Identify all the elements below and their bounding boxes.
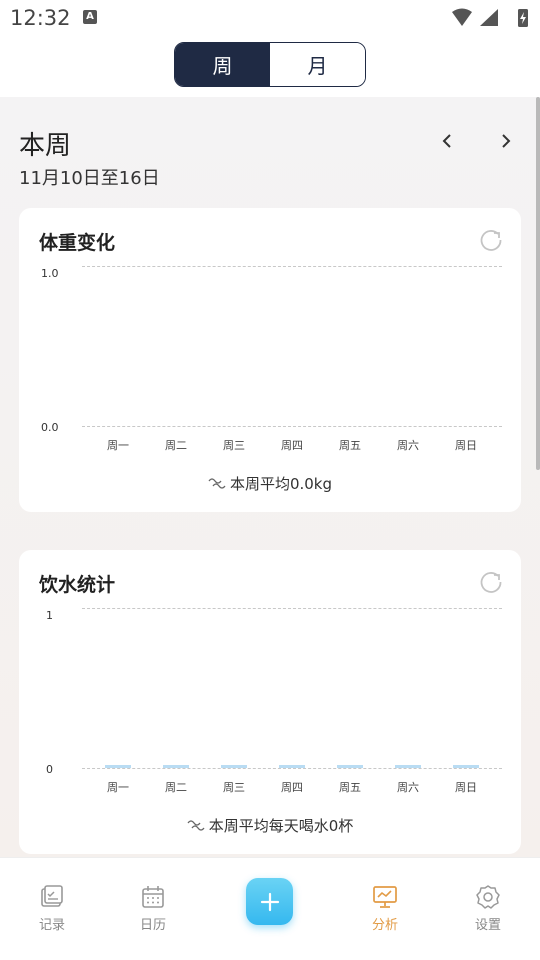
x-tick-label: 周一 bbox=[107, 781, 129, 794]
x-tick-label: 周日 bbox=[455, 439, 477, 452]
trend-wave-icon bbox=[208, 478, 226, 489]
wifi-icon bbox=[452, 8, 472, 26]
x-tick-label: 周四 bbox=[281, 439, 303, 452]
water-bar bbox=[337, 765, 363, 768]
weight-card: 体重变化 1.0 0.0 周一 周二 周三 周四 周五 周六 周日 本周平均0.… bbox=[19, 208, 521, 512]
water-bar bbox=[221, 765, 247, 768]
refresh-icon[interactable] bbox=[479, 228, 503, 252]
signal-icon bbox=[480, 9, 498, 26]
x-tick-label: 周一 bbox=[107, 439, 129, 452]
tab-settings-label: 设置 bbox=[474, 918, 501, 933]
bottom-tab-bar: 记录 日历 分析 设置 bbox=[0, 857, 540, 960]
status-bar: 12:32 A bbox=[0, 0, 540, 36]
water-bar bbox=[453, 765, 479, 768]
tab-record[interactable]: 记录 bbox=[22, 884, 82, 933]
main-content[interactable]: 本周 11月10日至16日 体重变化 1.0 0.0 周一 周二 周三 周四 周… bbox=[0, 97, 540, 857]
weight-summary: 本周平均0.0kg bbox=[19, 473, 521, 494]
water-card-title: 饮水统计 bbox=[39, 574, 116, 596]
x-tick-label: 周五 bbox=[339, 439, 361, 452]
x-tick-label: 周五 bbox=[339, 781, 361, 794]
x-tick-label: 周六 bbox=[397, 439, 419, 452]
water-bar bbox=[279, 765, 305, 768]
plus-icon bbox=[260, 892, 279, 911]
tab-week[interactable]: 周 bbox=[175, 43, 270, 86]
add-record-button[interactable] bbox=[246, 878, 293, 925]
chevron-left-icon[interactable] bbox=[436, 129, 460, 153]
status-time: 12:32 bbox=[10, 6, 71, 30]
water-summary: 本周平均每天喝水0杯 bbox=[19, 815, 521, 836]
tab-record-label: 记录 bbox=[38, 918, 65, 933]
grid-line bbox=[82, 266, 502, 267]
scrollbar[interactable] bbox=[536, 97, 540, 470]
x-tick-label: 周二 bbox=[165, 781, 187, 794]
top-bar: 周 月 bbox=[0, 36, 540, 97]
x-tick-label: 周三 bbox=[223, 439, 245, 452]
grid-line bbox=[82, 608, 502, 609]
tab-calendar[interactable]: 日历 bbox=[123, 884, 183, 933]
weight-card-title: 体重变化 bbox=[39, 232, 116, 254]
grid-line bbox=[82, 768, 502, 769]
page-title: 本周 bbox=[19, 131, 72, 161]
x-tick-label: 周二 bbox=[165, 439, 187, 452]
x-tick-label: 周六 bbox=[397, 781, 419, 794]
calendar-icon bbox=[142, 886, 164, 908]
weight-summary-text: 本周平均0.0kg bbox=[229, 475, 333, 493]
y-tick-label: 1.0 bbox=[41, 267, 59, 280]
x-tick-label: 周四 bbox=[281, 781, 303, 794]
date-range: 11月10日至16日 bbox=[19, 168, 160, 189]
water-bar bbox=[163, 765, 189, 768]
y-tick-label: 0 bbox=[46, 763, 53, 776]
tab-calendar-label: 日历 bbox=[139, 918, 166, 933]
settings-icon bbox=[476, 885, 500, 909]
y-tick-label: 0.0 bbox=[41, 421, 59, 434]
tab-settings[interactable]: 设置 bbox=[458, 884, 518, 933]
x-tick-label: 周日 bbox=[455, 781, 477, 794]
water-bar bbox=[105, 765, 131, 768]
tab-analysis[interactable]: 分析 bbox=[355, 884, 415, 933]
x-tick-label: 周三 bbox=[223, 781, 245, 794]
status-icons bbox=[452, 8, 528, 27]
water-card: 饮水统计 1 0 周一 周二 周三 周四 周五 周六 周日 本周平均每天喝水0杯 bbox=[19, 550, 521, 854]
record-icon bbox=[41, 885, 63, 907]
accessibility-icon: A bbox=[83, 10, 97, 24]
grid-line bbox=[82, 426, 502, 427]
refresh-icon[interactable] bbox=[479, 570, 503, 594]
water-summary-text: 本周平均每天喝水0杯 bbox=[208, 817, 354, 835]
analysis-icon bbox=[373, 886, 397, 908]
tab-analysis-label: 分析 bbox=[371, 918, 398, 933]
trend-wave-icon bbox=[187, 820, 205, 831]
chevron-right-icon[interactable] bbox=[493, 129, 517, 153]
period-switch: 周 月 bbox=[174, 42, 366, 87]
y-tick-label: 1 bbox=[46, 609, 53, 622]
tab-month[interactable]: 月 bbox=[270, 43, 365, 86]
water-bar bbox=[395, 765, 421, 768]
